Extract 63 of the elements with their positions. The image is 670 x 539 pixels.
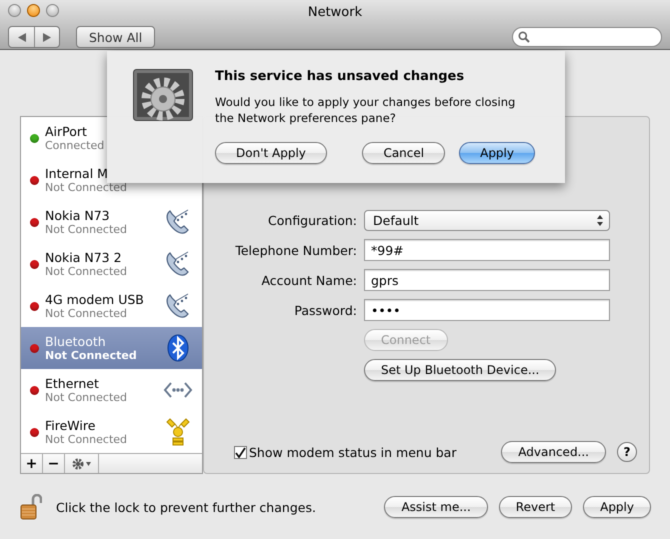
service-name: FireWire xyxy=(45,418,96,433)
service-name: 4G modem USB xyxy=(45,292,144,307)
service-item[interactable]: Nokia N73 2 Not Connected xyxy=(21,243,202,285)
left-arrow-icon xyxy=(18,32,26,42)
firewire-icon xyxy=(164,417,192,447)
field-label: Telephone Number: xyxy=(234,242,357,258)
service-item[interactable]: Ethernet Not Connected xyxy=(21,369,202,411)
gear-icon xyxy=(72,458,84,470)
text-field[interactable]: *99# xyxy=(364,239,610,261)
back-forward-control[interactable] xyxy=(8,26,60,48)
stepper-arrows-icon xyxy=(597,215,603,226)
checkbox-label: Show modem status in menu bar xyxy=(249,444,456,460)
field-label: Password: xyxy=(293,302,357,318)
configuration-popup[interactable]: Default xyxy=(364,210,610,231)
gear-icon xyxy=(133,69,193,121)
service-item[interactable]: FireWire Not Connected xyxy=(21,411,202,453)
lock-message: Click the lock to prevent further changes. xyxy=(56,500,316,514)
footer-button[interactable]: Apply xyxy=(583,496,651,518)
service-name: Nokia N73 2 xyxy=(45,250,122,265)
field-label: Account Name: xyxy=(260,272,357,288)
service-item[interactable]: 4G modem USB Not Connected xyxy=(21,285,202,327)
service-status: Not Connected xyxy=(45,307,128,320)
field-label: Configuration: xyxy=(267,213,357,228)
dialog-button[interactable]: Don't Apply xyxy=(215,142,327,164)
remove-button[interactable]: − xyxy=(43,454,65,473)
service-status: Not Connected xyxy=(45,265,128,278)
checkbox[interactable] xyxy=(234,446,247,458)
service-name: Ethernet xyxy=(45,376,99,391)
setup-device-button[interactable]: Set Up Bluetooth Device... xyxy=(364,359,556,381)
footer-button[interactable]: Revert xyxy=(498,496,572,518)
service-status: Not Connected xyxy=(45,349,137,362)
text-field[interactable]: •••• xyxy=(364,299,610,321)
advanced-button[interactable]: Advanced... xyxy=(501,441,606,463)
minimize-button[interactable] xyxy=(27,4,40,17)
bluetooth-icon xyxy=(167,334,189,362)
service-name: Internal M xyxy=(45,166,108,181)
service-status: Not Connected xyxy=(45,391,128,404)
service-status: Not Connected xyxy=(45,181,128,194)
show-all-button[interactable]: Show All xyxy=(76,26,156,48)
search-field[interactable] xyxy=(512,27,662,47)
service-status: Not Connected xyxy=(45,223,128,236)
service-name: Nokia N73 xyxy=(45,208,110,223)
window-title: Network xyxy=(308,4,362,20)
dialog-button[interactable]: Apply xyxy=(459,142,535,164)
service-status: Connected xyxy=(45,139,104,152)
close-button[interactable] xyxy=(8,4,21,17)
right-arrow-icon xyxy=(43,32,51,42)
service-status: Not Connected xyxy=(45,433,128,446)
caret-icon xyxy=(86,462,91,466)
alert-message: Would you like to apply your changes before closing the Network preferences pane? xyxy=(215,94,516,126)
lock-icon xyxy=(20,494,42,520)
service-name: AirPort xyxy=(45,124,87,139)
service-item[interactable]: Nokia N73 Not Connected xyxy=(21,201,202,243)
zoom-button[interactable] xyxy=(46,4,59,17)
search-icon xyxy=(518,31,530,43)
dialog-button[interactable]: Cancel xyxy=(362,142,446,164)
footer-button[interactable]: Assist me... xyxy=(384,496,488,518)
alert-title: This service has unsaved changes xyxy=(215,69,466,84)
service-name: Bluetooth xyxy=(45,334,106,349)
text-field[interactable]: gprs xyxy=(364,269,610,291)
ethernet-icon xyxy=(163,380,193,400)
help-button[interactable]: ? xyxy=(617,442,637,462)
add-button[interactable]: + xyxy=(21,454,43,473)
